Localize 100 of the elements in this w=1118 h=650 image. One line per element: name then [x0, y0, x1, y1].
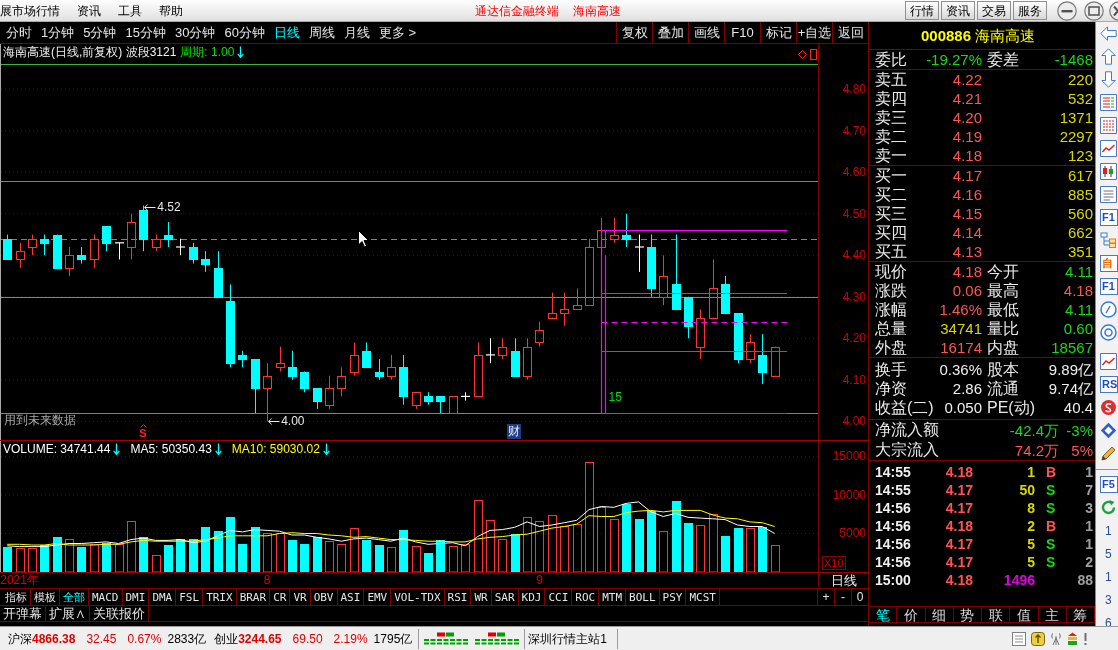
diamond-icon[interactable] [1100, 422, 1117, 439]
period-tab[interactable]: 60分钟 [224, 26, 265, 39]
option-button[interactable]: 开弹幕 [0, 606, 46, 621]
nav-button[interactable]: 行情 [905, 1, 939, 20]
indicator-tab[interactable]: 指标 [2, 589, 31, 605]
indicator-tab[interactable]: PSY [659, 589, 687, 605]
left-arrow-icon[interactable] [1100, 25, 1117, 42]
detail-tab[interactable]: 主 [1038, 607, 1067, 622]
zoom-button[interactable]: - [834, 589, 851, 605]
indicator-tab[interactable]: TRIX [203, 589, 237, 605]
function-badge[interactable]: F1 [1100, 209, 1118, 226]
indicator-tab[interactable]: CR [270, 589, 291, 605]
indicator-tab[interactable]: BOLL [626, 589, 660, 605]
period-tab[interactable]: 30分钟 [174, 26, 216, 39]
nav-button[interactable]: 交易 [977, 1, 1011, 20]
exclamation-icon[interactable] [1083, 631, 1088, 646]
detail-tab[interactable]: 势 [953, 607, 982, 622]
indicator-tab[interactable]: BRAR [236, 589, 271, 605]
refresh-icon[interactable] [1100, 499, 1117, 516]
indicator-tab[interactable]: RSI [444, 589, 472, 605]
tool-button[interactable]: 标记 [760, 22, 796, 43]
period-tab[interactable]: 日线 [273, 26, 300, 39]
grid-icon[interactable] [1100, 117, 1117, 134]
tree-icon[interactable] [1100, 232, 1117, 249]
ring-icon[interactable] [1100, 324, 1117, 341]
zoom-button[interactable]: + [817, 589, 834, 605]
indicator-tab[interactable]: FSL [176, 589, 204, 605]
candle [300, 371, 309, 393]
disc-icon[interactable] [1100, 399, 1117, 416]
tool-button[interactable]: 返回 [832, 22, 868, 43]
pencil-icon[interactable] [1100, 445, 1117, 462]
detail-tab[interactable]: 笔 [869, 607, 898, 622]
quote-volume: 220 [1067, 72, 1093, 87]
indicator-tab[interactable]: OBV [310, 589, 338, 605]
indicator-tab[interactable]: 模板 [31, 589, 60, 605]
close-icon[interactable] [1107, 0, 1118, 21]
period-tab[interactable]: 月线 [343, 26, 370, 39]
period-tab[interactable]: 周线 [308, 26, 335, 39]
menu-item[interactable]: 展市场行情 [0, 4, 60, 17]
indicator-tab[interactable]: 全部 [60, 589, 89, 605]
list-icon[interactable] [1100, 94, 1117, 111]
tool-button[interactable]: 画线 [688, 22, 724, 43]
period-tab[interactable]: 15分钟 [125, 26, 166, 39]
rectangle-icon[interactable] [810, 49, 817, 60]
ring-icon[interactable] [1100, 301, 1117, 318]
indicator-tab[interactable]: MTM [599, 589, 627, 605]
candle [238, 350, 247, 368]
tool-button[interactable]: +自选 [796, 22, 832, 43]
up-arrow-icon[interactable] [1100, 48, 1117, 65]
indicator-tab[interactable]: WR [471, 589, 492, 605]
document-icon[interactable] [1100, 186, 1117, 203]
period-tab[interactable]: 更多 > [378, 26, 417, 39]
option-button[interactable]: 关联报价 [90, 606, 149, 621]
period-tab[interactable]: 1分钟 [41, 26, 75, 39]
quote-value: 4.18 [1063, 283, 1093, 298]
upload-icon[interactable] [1031, 631, 1045, 646]
maximize-icon[interactable] [1081, 0, 1107, 21]
indicator-tab[interactable]: DMA [149, 589, 177, 605]
tick-count: 1 [1084, 465, 1094, 479]
nav-button[interactable]: 服务 [1013, 1, 1047, 20]
indicator-tab[interactable]: DMI [122, 589, 150, 605]
indicator-tab[interactable]: ASI [337, 589, 365, 605]
indicator-tab[interactable]: CCI [545, 589, 573, 605]
indicator-tab[interactable]: ROC [572, 589, 600, 605]
indicator-tab[interactable]: MCST [686, 589, 720, 605]
tool-button[interactable]: 叠加 [652, 22, 688, 43]
menu-item[interactable]: 资讯 [77, 4, 101, 17]
zoom-button[interactable]: 0 [851, 589, 868, 605]
tool-button[interactable]: 复权 [616, 22, 652, 43]
traffic-light-icon[interactable] [1067, 631, 1078, 646]
menu-item[interactable]: 帮助 [159, 4, 183, 17]
candlestick-icon[interactable] [1100, 163, 1117, 180]
diamond-icon[interactable] [798, 50, 807, 59]
indicator-tab[interactable]: VOL-TDX [391, 589, 445, 605]
nav-button[interactable]: 资讯 [941, 1, 975, 20]
menu-item[interactable]: 工具 [118, 4, 142, 17]
period-tab[interactable]: 分时 [6, 26, 32, 39]
period-tab[interactable]: 5分钟 [83, 26, 117, 39]
candle [90, 234, 99, 269]
option-button[interactable]: 扩展∧ [46, 606, 90, 621]
detail-tab[interactable]: 细 [925, 607, 954, 622]
indicator-tab[interactable]: SAR [491, 589, 519, 605]
function-badge[interactable]: RS [1100, 376, 1118, 393]
indicator-tab[interactable]: KDJ [518, 589, 546, 605]
indicator-tab[interactable]: MACD [89, 589, 123, 605]
document-icon[interactable] [1012, 631, 1026, 646]
finance-badge[interactable]: 财 [506, 424, 521, 439]
detail-tab[interactable]: 值 [1010, 607, 1039, 622]
function-badge[interactable]: F1 [1100, 278, 1118, 295]
down-arrow-icon[interactable] [1100, 71, 1117, 88]
indicator-tab[interactable]: VR [290, 589, 311, 605]
indicator-tab[interactable]: EMV [364, 589, 392, 605]
function-badge[interactable]: F5 [1100, 476, 1118, 493]
detail-tab[interactable]: 价 [897, 607, 926, 622]
line-chart-icon[interactable] [1100, 353, 1117, 370]
detail-tab[interactable]: 联 [982, 607, 1011, 622]
antenna-icon[interactable] [1050, 631, 1062, 646]
tool-button[interactable]: F10 [724, 22, 760, 43]
server-name[interactable]: 深圳行情主站1 [525, 628, 618, 649]
line-chart-icon[interactable] [1100, 140, 1117, 157]
